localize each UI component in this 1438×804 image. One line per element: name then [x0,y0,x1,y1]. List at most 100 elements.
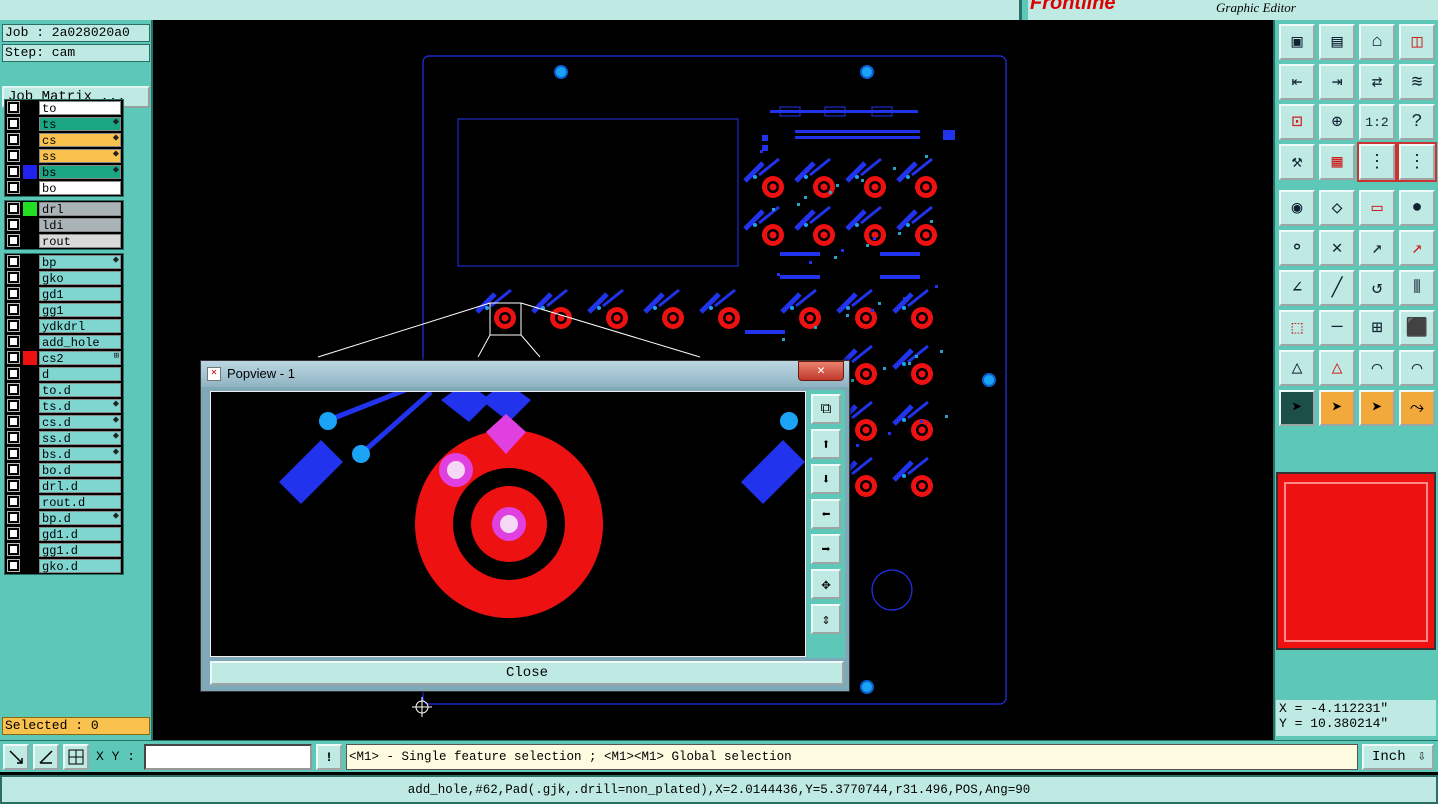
layer-color-swatch[interactable] [23,303,37,317]
layer-row-ts-d[interactable]: ts.d ⬥ [5,398,123,414]
layer-color-swatch[interactable] [23,234,37,248]
layer-checkbox[interactable] [7,415,20,428]
layer-checkbox[interactable] [7,527,20,540]
layer-row-cs2[interactable]: cs2 ⊞ [5,350,123,366]
layer-row-drl[interactable]: drl [5,201,123,217]
layer-name[interactable]: ydkdrl [39,319,121,334]
layer-row-gg1[interactable]: gg1 [5,302,123,318]
zoom-window-icon[interactable]: ⧉ [811,394,841,424]
save-icon[interactable]: ▤ [1319,24,1355,60]
layer-checkbox[interactable] [7,431,20,444]
mirror-icon[interactable]: ⫴ [1399,270,1435,306]
cross-icon[interactable]: ✕ [1319,230,1355,266]
layer-name[interactable]: cs.d [39,415,121,430]
layer-color-swatch[interactable] [23,367,37,381]
layer-row-ss-d[interactable]: ss.d ⬥ [5,430,123,446]
pointer-circle-icon[interactable]: ➤ [1359,390,1395,426]
layer-color-swatch[interactable] [23,287,37,301]
layer-checkbox[interactable] [7,218,20,231]
shapes-icon[interactable]: ⬛ [1399,310,1435,346]
layer-name[interactable]: bs.d [39,447,121,462]
layer-name[interactable]: add_hole [39,335,121,350]
layer-color-swatch[interactable] [23,527,37,541]
point-icon[interactable]: ↗ [1399,230,1435,266]
layer-color-swatch[interactable] [23,447,37,461]
arch-cross-icon[interactable]: ⌒ [1399,350,1435,386]
layer-row-to[interactable]: to [5,100,123,116]
layer-color-swatch[interactable] [23,101,37,115]
layer-color-swatch[interactable] [23,255,37,269]
layer-row-bp[interactable]: bp ⬥ [5,254,123,270]
layer-name[interactable]: drl.d [39,479,121,494]
layer-checkbox[interactable] [7,101,20,114]
layer-color-swatch[interactable] [23,479,37,493]
open-icon[interactable]: ▣ [1279,24,1315,60]
layer-checkbox[interactable] [7,543,20,556]
fit-icon[interactable]: ⊡ [1279,104,1315,140]
layer-row-bo[interactable]: bo [5,180,123,196]
import-icon[interactable]: ⇤ [1279,64,1315,100]
layer-color-swatch[interactable] [23,149,37,163]
layer-row-bs[interactable]: bs ⬥ [5,164,123,180]
layer-checkbox[interactable] [7,495,20,508]
layer-color-swatch[interactable] [23,383,37,397]
zoom-fit-icon[interactable]: ⊕ [1319,104,1355,140]
layer-row-to-d[interactable]: to.d [5,382,123,398]
layer-name[interactable]: rout [39,234,121,249]
layer-row-cs[interactable]: cs ⬥ [5,132,123,148]
layer-color-swatch[interactable] [23,543,37,557]
export-icon[interactable]: ⇥ [1319,64,1355,100]
layer-row-bo-d[interactable]: bo.d [5,462,123,478]
xy-input[interactable] [144,744,312,770]
zoom-out-icon[interactable]: ⬇ [811,464,841,494]
layer-color-swatch[interactable] [23,495,37,509]
layer-row-bp-d[interactable]: bp.d ⬥ [5,510,123,526]
layer-row-drl-d[interactable]: drl.d [5,478,123,494]
grid-snap-icon[interactable] [63,744,89,770]
layer-checkbox[interactable] [7,367,20,380]
triangle-icon[interactable]: △ [1279,350,1315,386]
layer-checkbox[interactable] [7,351,20,364]
layer-checkbox[interactable] [7,479,20,492]
layer-name[interactable]: bo [39,181,121,196]
layer-name[interactable]: ts [39,117,121,132]
layer-name[interactable]: bp [39,255,121,270]
layer-checkbox[interactable] [7,202,20,215]
layer-color-swatch[interactable] [23,463,37,477]
popview-close-x-button[interactable]: ✕ [798,361,844,381]
layer-row-gd1-d[interactable]: gd1.d [5,526,123,542]
layer-name[interactable]: to.d [39,383,121,398]
layer-color-swatch[interactable] [23,181,37,195]
layer-name[interactable]: gko.d [39,559,121,574]
layer-color-swatch[interactable] [23,271,37,285]
help-icon[interactable]: ? [1399,104,1435,140]
layer-color-swatch[interactable] [23,415,37,429]
layer-checkbox[interactable] [7,271,20,284]
pointer-box-icon[interactable]: ➤ [1319,390,1355,426]
layer-row-rout[interactable]: rout [5,233,123,249]
layer-row-gd1[interactable]: gd1 [5,286,123,302]
menu-strip[interactable] [0,0,1022,20]
popview-canvas[interactable] [210,391,806,657]
pan-right-icon[interactable]: ➡ [811,534,841,564]
window-icon[interactable]: ◫ [1399,24,1435,60]
layer-row-ydkdrl[interactable]: ydkdrl [5,318,123,334]
layer-name[interactable]: bp.d [39,511,121,526]
layer-checkbox[interactable] [7,234,20,247]
layer-row-gg1-d[interactable]: gg1.d [5,542,123,558]
layer-color-swatch[interactable] [23,399,37,413]
layer-row-bs-d[interactable]: bs.d ⬥ [5,446,123,462]
select-box-icon[interactable]: ⬚ [1279,310,1315,346]
triangle-up-icon[interactable]: △ [1319,350,1355,386]
layer-checkbox[interactable] [7,511,20,524]
layer-checkbox[interactable] [7,181,20,194]
arc-icon[interactable]: ↺ [1359,270,1395,306]
layer-row-d[interactable]: d [5,366,123,382]
layer-color-swatch[interactable] [23,202,37,216]
layer-row-gko-d[interactable]: gko.d [5,558,123,574]
layer-row-ldi[interactable]: ldi [5,217,123,233]
popview-close-button[interactable]: Close [210,661,844,685]
layer-checkbox[interactable] [7,383,20,396]
layer-name[interactable]: gd1.d [39,527,121,542]
layer-checkbox[interactable] [7,117,20,130]
